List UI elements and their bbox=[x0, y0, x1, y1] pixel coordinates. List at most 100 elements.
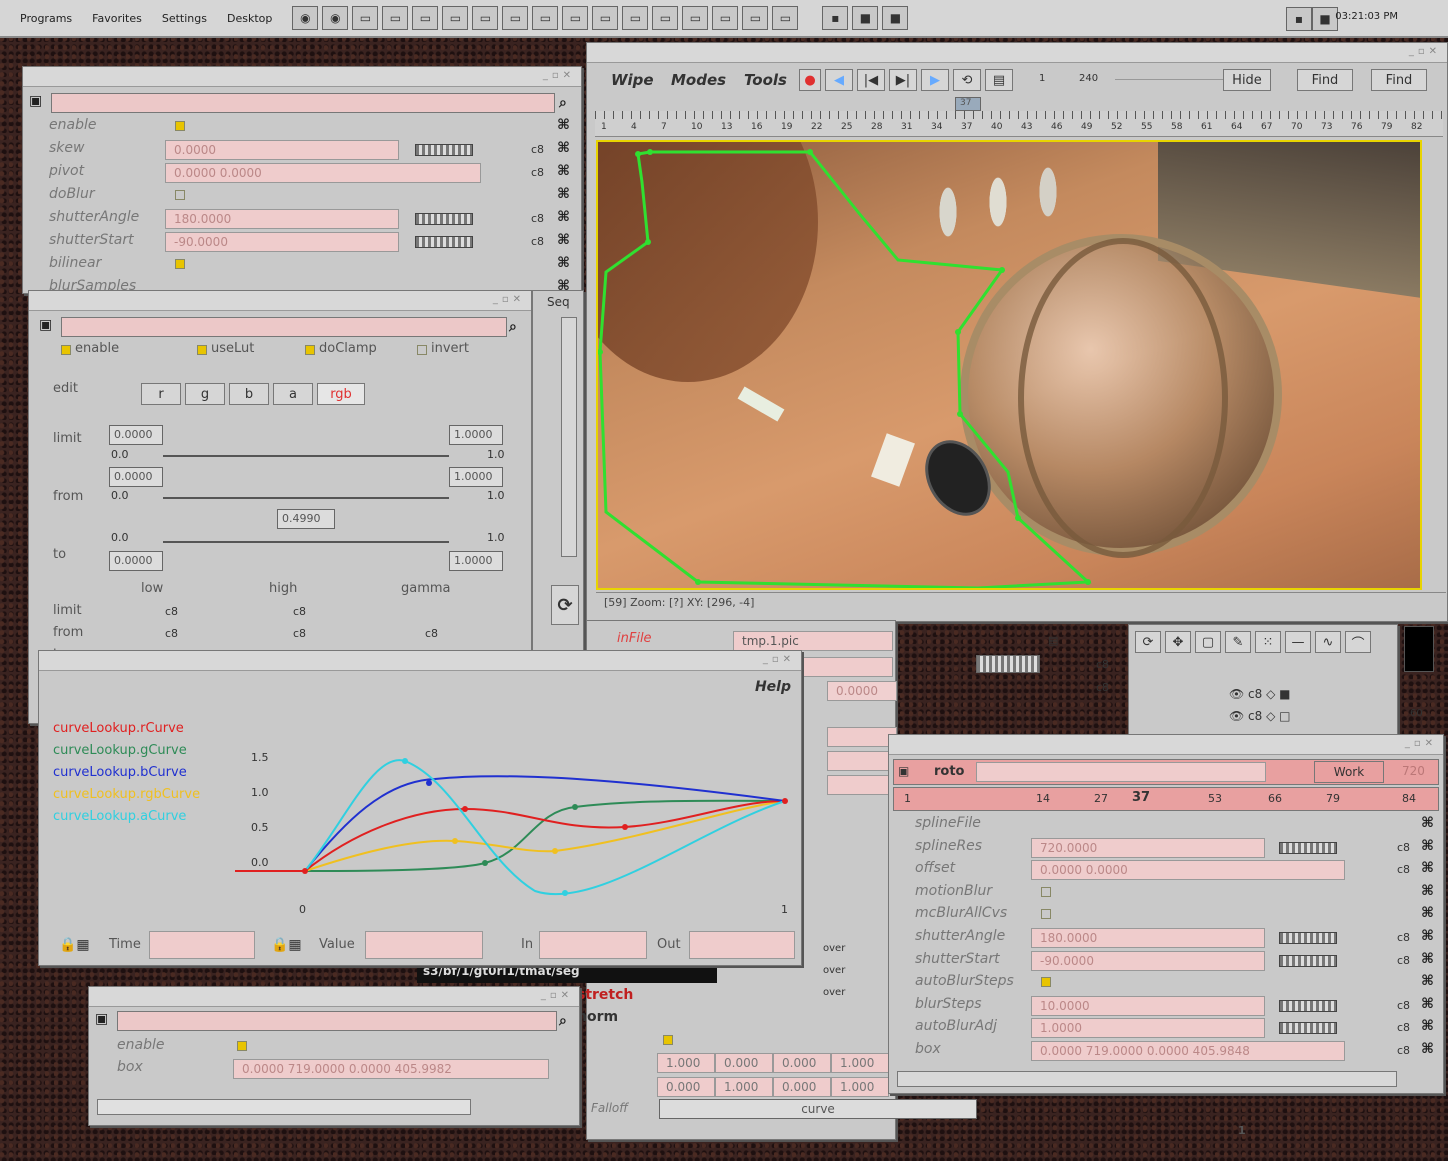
node-icon[interactable]: ▣ bbox=[29, 93, 42, 109]
matrix-cell[interactable]: 1.000 bbox=[715, 1077, 773, 1097]
curve-item-a[interactable]: curveLookup.aCurve bbox=[53, 809, 233, 831]
box-field[interactable]: 0.0000 719.0000 0.0000 405.9848 bbox=[1031, 1041, 1345, 1061]
curve-icon[interactable]: c8 bbox=[531, 235, 544, 248]
work-select[interactable]: Work bbox=[1314, 761, 1384, 783]
param-field[interactable] bbox=[827, 751, 897, 771]
curve-icon[interactable]: c8 bbox=[1397, 931, 1410, 944]
curve-points[interactable] bbox=[302, 758, 788, 896]
key-icon[interactable]: ⌘ bbox=[1421, 973, 1434, 989]
range-name-field[interactable] bbox=[61, 317, 507, 337]
color-swatch[interactable] bbox=[1404, 626, 1434, 672]
window-controls[interactable]: _▫✕ bbox=[1405, 738, 1437, 749]
curve-icon[interactable]: c8 bbox=[293, 605, 306, 618]
enable-check[interactable] bbox=[237, 1041, 247, 1051]
layer-row[interactable]: 👁 c8 ◇ ■ bbox=[1229, 687, 1290, 701]
roto-name-field[interactable] bbox=[976, 762, 1266, 782]
roto-points[interactable] bbox=[598, 149, 1091, 585]
limit-slider[interactable] bbox=[163, 455, 449, 457]
crop-titlebar[interactable]: _▫✕ bbox=[89, 987, 579, 1007]
window-icon[interactable]: ▭ bbox=[592, 6, 619, 30]
pin-icon[interactable]: ⌕ bbox=[509, 319, 517, 335]
window-controls[interactable]: _▫✕ bbox=[541, 990, 573, 1001]
play-back-button[interactable]: ◀ bbox=[825, 69, 853, 91]
shutterstart-field[interactable]: -90.0000 bbox=[165, 232, 399, 252]
box-field[interactable]: 0.0000 719.0000 0.0000 405.9982 bbox=[233, 1059, 549, 1079]
current-frame-marker[interactable]: 37 bbox=[955, 97, 981, 111]
frame-counter[interactable]: 1 bbox=[1234, 1122, 1274, 1142]
modes-menu[interactable]: Modes bbox=[671, 71, 726, 89]
window-icon[interactable]: ▭ bbox=[502, 6, 529, 30]
window-icon[interactable]: ▭ bbox=[352, 6, 379, 30]
key-icon[interactable]: ⌘ bbox=[557, 255, 570, 271]
wipe-menu[interactable]: Wipe bbox=[611, 71, 654, 89]
curve-icon[interactable]: c8 bbox=[1397, 999, 1410, 1012]
curve-icon[interactable]: c8 bbox=[425, 627, 438, 640]
to-low-field[interactable]: 0.0000 bbox=[109, 551, 163, 571]
viewer-image[interactable] bbox=[596, 140, 1422, 590]
find-button[interactable]: Find bbox=[1297, 69, 1353, 91]
pin-icon[interactable]: ⌕ bbox=[559, 1013, 567, 1029]
curve-icon[interactable]: c8 bbox=[1397, 1044, 1410, 1057]
key-icon[interactable]: ⌘ bbox=[557, 140, 570, 156]
skew-name-field[interactable] bbox=[51, 93, 555, 113]
norm-check[interactable] bbox=[663, 1035, 673, 1045]
edit-g-button[interactable]: g bbox=[185, 383, 225, 405]
window-controls[interactable]: _▫✕ bbox=[493, 294, 525, 305]
curve-icon[interactable]: c8 bbox=[1397, 1021, 1410, 1034]
edit-a-button[interactable]: a bbox=[273, 383, 313, 405]
time-field[interactable] bbox=[149, 931, 255, 959]
pen-icon[interactable]: ✎ bbox=[1225, 631, 1251, 653]
window-icon[interactable]: ▭ bbox=[562, 6, 589, 30]
step-back-button[interactable]: |◀ bbox=[857, 69, 885, 91]
pager-icon[interactable]: ▪ bbox=[1286, 7, 1312, 31]
window-icon[interactable]: ▭ bbox=[472, 6, 499, 30]
curve-icon[interactable]: c8 bbox=[1397, 954, 1410, 967]
out-field[interactable] bbox=[689, 931, 795, 959]
window-icon[interactable]: ▭ bbox=[772, 6, 799, 30]
shutterangle-slider[interactable] bbox=[415, 213, 473, 225]
curve-icon[interactable]: c8 bbox=[1397, 863, 1410, 876]
window-icon[interactable]: ▭ bbox=[712, 6, 739, 30]
lookup-titlebar[interactable]: _▫✕ bbox=[39, 651, 801, 671]
pager-icon[interactable]: ■ bbox=[1312, 7, 1338, 31]
offset-field[interactable]: 0.0000 0.0000 bbox=[1031, 860, 1345, 881]
key-icon[interactable]: ⌘ bbox=[1421, 838, 1434, 854]
param-field[interactable] bbox=[827, 727, 897, 747]
seq-label[interactable]: Seq bbox=[547, 295, 570, 309]
curve-icon[interactable]: c8 bbox=[1096, 658, 1109, 671]
in-field[interactable] bbox=[539, 931, 647, 959]
app-icon[interactable]: ◉ bbox=[292, 6, 319, 30]
hide-button[interactable]: Hide bbox=[1223, 69, 1271, 91]
skew-titlebar[interactable]: _▫✕ bbox=[23, 67, 581, 87]
blursteps-field[interactable]: 10.0000 bbox=[1031, 995, 1265, 1016]
edit-b-button[interactable]: b bbox=[229, 383, 269, 405]
window-icon[interactable]: ▭ bbox=[532, 6, 559, 30]
roto-titlebar[interactable]: _▫✕ bbox=[889, 735, 1443, 755]
skew-slider[interactable] bbox=[415, 144, 473, 156]
key-icon[interactable]: ⌘ bbox=[1421, 905, 1434, 921]
autoblursteps-check[interactable] bbox=[1041, 977, 1051, 988]
frame-out[interactable]: 240 bbox=[1079, 73, 1098, 84]
param-field[interactable] bbox=[827, 775, 897, 795]
curve-item-r[interactable]: curveLookup.rCurve bbox=[53, 721, 233, 743]
infile-field[interactable]: tmp.1.pic bbox=[733, 631, 893, 651]
key-icon[interactable]: ⌘ bbox=[557, 232, 570, 248]
folder-icon[interactable]: ▤ bbox=[1048, 634, 1058, 647]
edit-rgb-button[interactable]: rgb bbox=[317, 383, 365, 405]
curve-icon[interactable]: c8 bbox=[165, 605, 178, 618]
window-icon[interactable]: ▭ bbox=[682, 6, 709, 30]
matrix-cell[interactable]: 0.000 bbox=[657, 1077, 715, 1097]
lock-icon[interactable]: 🔒▦ bbox=[59, 937, 90, 953]
curve-icon[interactable]: c8 bbox=[1397, 841, 1410, 854]
window-icon[interactable]: ▭ bbox=[412, 6, 439, 30]
curve-icon[interactable]: c8 bbox=[531, 212, 544, 225]
window-controls[interactable]: _▫✕ bbox=[763, 654, 795, 665]
from-high-field[interactable]: 1.0000 bbox=[449, 467, 503, 487]
shutterstart-field[interactable]: -90.0000 bbox=[1031, 950, 1265, 971]
pin-icon[interactable]: ⌕ bbox=[559, 95, 567, 111]
param-slider-box[interactable] bbox=[976, 655, 1040, 673]
pager-icon[interactable]: ■ bbox=[882, 6, 909, 30]
key-icon[interactable]: ⌘ bbox=[1421, 860, 1434, 876]
favorites-menu[interactable]: Favorites bbox=[92, 12, 142, 25]
splineres-slider[interactable] bbox=[1279, 841, 1337, 854]
